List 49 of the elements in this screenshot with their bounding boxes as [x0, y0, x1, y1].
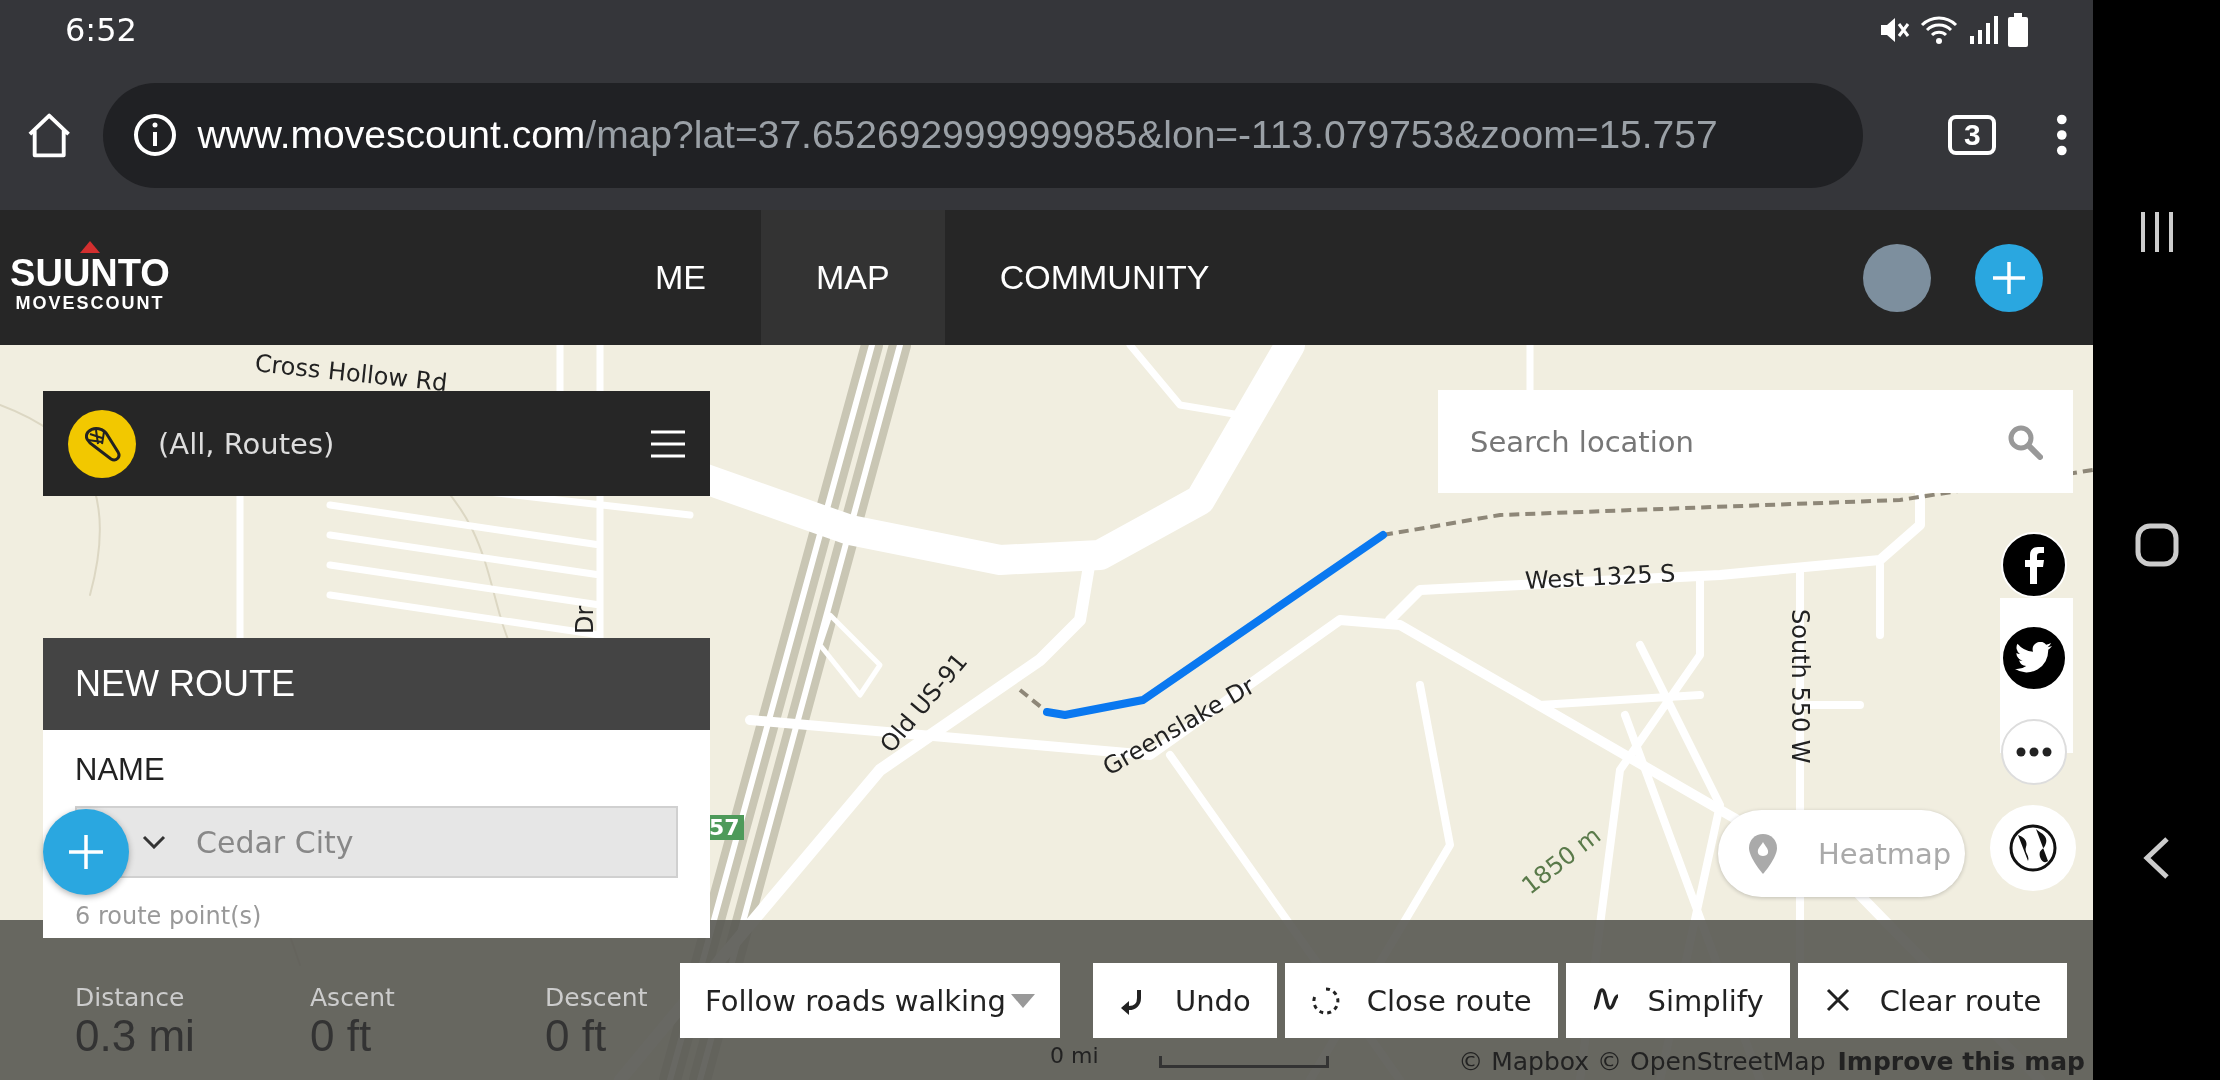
routing-dropdown[interactable]: Follow roads walking: [680, 963, 1060, 1038]
street-label: Dr: [571, 605, 599, 634]
stat-label: Ascent: [310, 983, 395, 1012]
simplify-button[interactable]: Simplify: [1565, 963, 1790, 1038]
status-time: 6:52: [65, 11, 137, 49]
field-label: NAME: [75, 752, 166, 788]
address-bar[interactable]: www.movescount.com/map?lat=37.652692999999985&lon=-113.079753&zoom=15.757: [103, 82, 1864, 188]
street-label: South 550 W: [1786, 609, 1814, 764]
menu-icon: [651, 429, 685, 458]
search-input[interactable]: Search location: [1468, 423, 2007, 460]
more-icon: [2016, 747, 2052, 757]
caret-icon: [1011, 993, 1035, 1008]
scale-label: 0 mi: [1050, 1043, 1099, 1068]
filter-label: (All, Routes): [158, 426, 335, 461]
more-icon[interactable]: [2056, 113, 2068, 157]
panel-title: NEW ROUTE: [75, 663, 295, 705]
battery-icon: [2008, 13, 2028, 47]
info-icon[interactable]: [133, 113, 178, 157]
plus-icon: [67, 833, 105, 871]
triangle-icon: [80, 241, 100, 253]
menu-button[interactable]: [651, 429, 685, 458]
brand-subtitle: MOVESCOUNT: [15, 293, 165, 314]
brand-name: SUUNTO: [10, 253, 170, 293]
stat-label: Descent: [545, 983, 648, 1012]
wifi-icon: [1920, 14, 1958, 46]
signal-icon: [1968, 14, 1998, 46]
search-field[interactable]: Search location: [1438, 390, 2073, 493]
shoe-icon: [68, 409, 136, 478]
undo-button[interactable]: Undo: [1093, 963, 1277, 1038]
tab-count-button[interactable]: 3: [1948, 115, 1997, 155]
home-icon[interactable]: [2134, 523, 2179, 567]
nav-tab[interactable]: MAP: [761, 210, 945, 345]
plus-icon: [1991, 259, 2027, 296]
facebook-icon: [2023, 546, 2045, 584]
url-text: www.movescount.com/map?lat=37.652692999999985&lon=-113.079753&zoom=15.757: [197, 113, 1718, 157]
chevron-icon: [142, 835, 166, 849]
bird-icon: [2015, 642, 2053, 674]
clear-button[interactable]: Clear route: [1797, 963, 2068, 1038]
search-icon[interactable]: [2007, 423, 2043, 460]
nav-tab[interactable]: ME: [600, 210, 761, 345]
street-label: Cross Hollow Rd: [253, 349, 449, 398]
street-label: West 1325 S: [1524, 559, 1677, 595]
globe-icon: [2008, 823, 2058, 873]
stat-label: Distance: [75, 983, 185, 1012]
close-button[interactable]: Close route: [1284, 963, 1558, 1038]
route-point-count: 6 route point(s): [75, 902, 263, 930]
attribution-text: © Mapbox © OpenStreetMap: [1458, 1047, 1826, 1076]
nav-tab[interactable]: COMMUNITY: [944, 210, 1265, 345]
pin-icon: [1748, 831, 1778, 876]
